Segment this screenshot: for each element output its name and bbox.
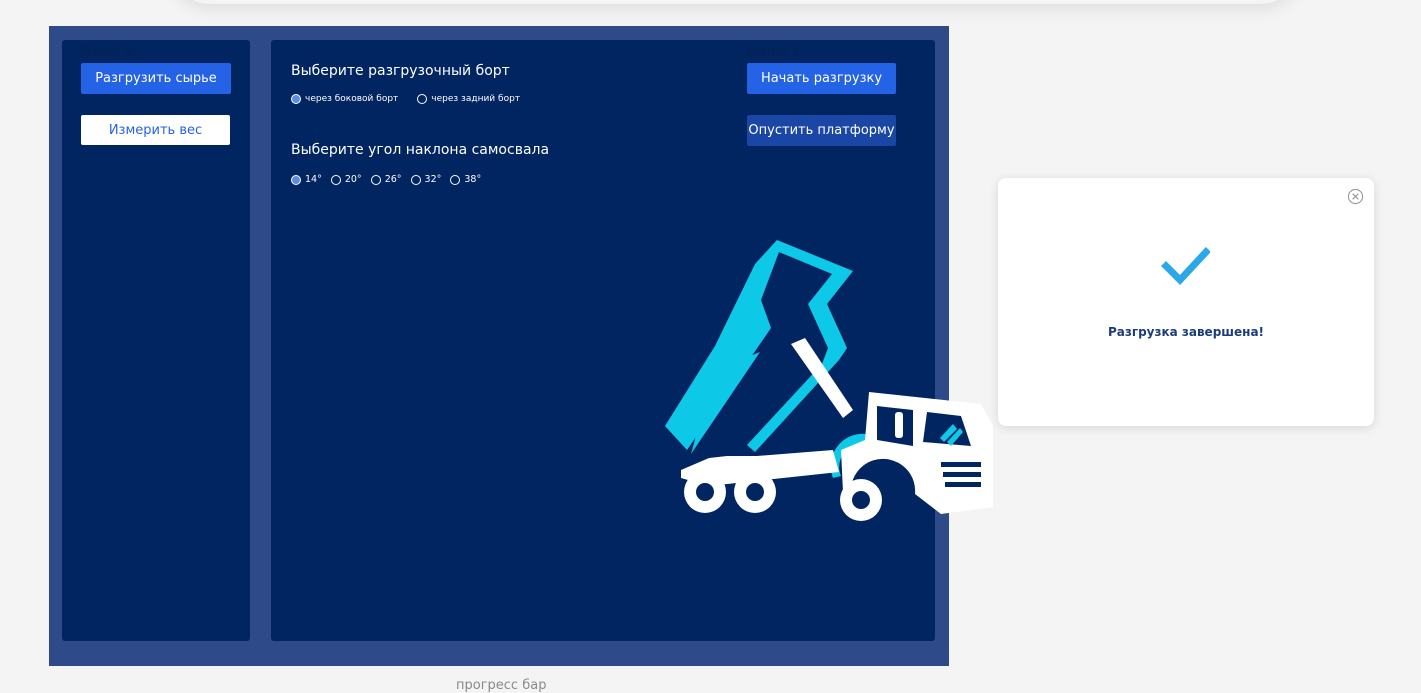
main-panel: Frame 5 Выберите разгрузочный борт через…	[271, 40, 993, 641]
side-radio-group: через боковой борт через задний борт	[291, 94, 539, 104]
radio-circle	[291, 174, 301, 185]
frame-label-left: Frame 5	[80, 44, 133, 59]
radio-label: 38°	[464, 174, 482, 185]
dump-truck-icon	[665, 240, 993, 521]
progress-bar-label: прогресс бар	[456, 678, 547, 693]
radio-label: 26°	[384, 174, 402, 185]
radio-circle	[291, 94, 301, 104]
modal-message: Разгрузка завершена!	[1107, 325, 1265, 339]
radio-label: через задний борт	[431, 94, 521, 104]
radio-label: 14°	[305, 174, 322, 185]
start-unloading-button[interactable]: Начать разгрузку	[747, 63, 896, 94]
close-circle-icon[interactable]	[1347, 188, 1364, 205]
radio-angle-26[interactable]: 26°	[370, 174, 402, 185]
side-heading: Выберите разгрузочный борт	[291, 63, 510, 79]
radio-angle-38[interactable]: 38°	[450, 174, 481, 185]
success-modal: Разгрузка завершена!	[998, 178, 1374, 426]
radio-circle	[330, 174, 341, 185]
radio-circle	[410, 174, 421, 185]
angle-heading: Выберите угол наклона самосвала	[291, 142, 550, 158]
radio-circle	[370, 174, 381, 185]
radio-label: 20°	[344, 174, 362, 185]
app-frame: Frame 5 Разгрузить сырье Измерить вес Fr…	[49, 26, 993, 666]
radio-label: через боковой борт	[305, 94, 399, 104]
radio-rear-board[interactable]: через задний борт	[417, 94, 520, 104]
radio-label: 32°	[424, 174, 442, 185]
checkmark-icon	[1161, 247, 1210, 286]
angle-radio-group: 14° 20° 26° 32° 38°	[291, 174, 490, 185]
frame-label-main: Frame 5	[747, 44, 800, 59]
lower-platform-button[interactable]: Опустить платформу	[747, 115, 896, 146]
radio-circle	[417, 94, 428, 104]
radio-side-board[interactable]: через боковой борт	[291, 94, 398, 104]
radio-angle-32[interactable]: 32°	[410, 174, 442, 185]
radio-circle	[450, 174, 461, 185]
top-shadow	[170, 0, 1300, 4]
unload-raw-button[interactable]: Разгрузить сырье	[81, 63, 231, 94]
weigh-button[interactable]: Измерить вес	[81, 115, 230, 145]
radio-angle-20[interactable]: 20°	[330, 174, 362, 185]
left-panel: Frame 5 Разгрузить сырье Измерить вес	[62, 40, 250, 641]
radio-angle-14[interactable]: 14°	[291, 174, 322, 185]
